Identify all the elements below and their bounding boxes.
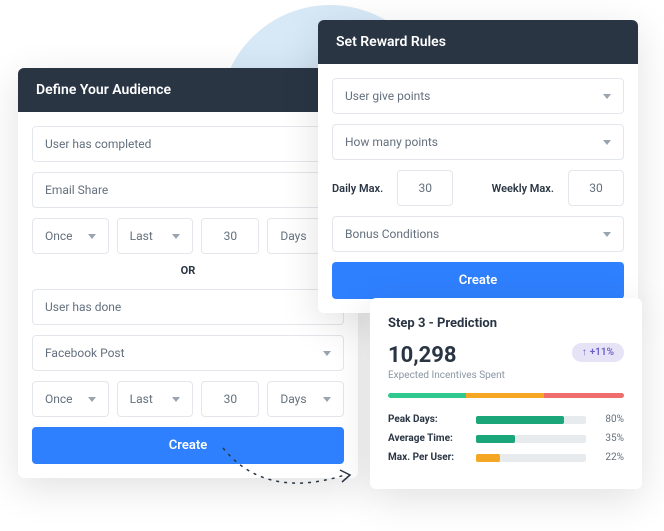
reward-card: Set Reward Rules User give points How ma… <box>318 20 638 313</box>
reward-body: User give points How many points Daily M… <box>318 64 638 313</box>
gradient-bar <box>388 393 624 398</box>
create-button[interactable]: Create <box>332 262 624 299</box>
prediction-top-row: 10,298 Expected Incentives Spent ↑+11% <box>388 343 624 381</box>
trend-badge: ↑+11% <box>572 343 624 362</box>
input-number[interactable]: 30 <box>201 381 259 417</box>
input-number[interactable]: 30 <box>201 218 259 254</box>
prediction-card: Step 3 - Prediction 10,298 Expected Ince… <box>370 298 642 489</box>
bar-fill <box>476 435 515 443</box>
chevron-down-icon <box>172 234 180 239</box>
select-once[interactable]: Once <box>32 218 109 254</box>
select-how-many[interactable]: How many points <box>332 124 624 160</box>
chevron-down-icon <box>323 351 331 356</box>
metric-value: 35% <box>594 433 624 444</box>
bar-track <box>476 435 586 443</box>
metrics-list: Peak Days: 80% Average Time: 35% Max. Per Us… <box>388 414 624 463</box>
select-user-completed[interactable]: User has completed <box>32 126 344 162</box>
select-label: Email Share <box>45 183 108 197</box>
bar-fill <box>476 416 564 424</box>
chevron-down-icon <box>603 140 611 145</box>
chevron-down-icon <box>323 397 331 402</box>
chevron-down-icon <box>88 234 96 239</box>
audience-card: Define Your Audience User has completed … <box>18 68 358 478</box>
chevron-down-icon <box>603 94 611 99</box>
select-once[interactable]: Once <box>32 381 109 417</box>
metric-row: Average Time: 35% <box>388 433 624 444</box>
select-bonus-conditions[interactable]: Bonus Conditions <box>332 216 624 252</box>
prediction-subtitle: Expected Incentives Spent <box>388 370 505 381</box>
bar-track <box>476 454 586 462</box>
arrow-up-icon: ↑ <box>582 347 587 358</box>
timeframe-row-2: Once Last 30 Days <box>32 381 344 417</box>
select-last[interactable]: Last <box>117 381 194 417</box>
select-days[interactable]: Days <box>267 381 344 417</box>
select-label: User has completed <box>45 137 151 151</box>
dotted-arrow-icon <box>215 440 365 510</box>
metric-label: Max. Per User: <box>388 452 468 463</box>
metric-label: Average Time: <box>388 433 468 444</box>
daily-max-input[interactable]: 30 <box>397 170 453 206</box>
audience-body: User has completed Email Share Once Last… <box>18 112 358 478</box>
daily-max-label: Daily Max. <box>332 182 383 195</box>
select-last[interactable]: Last <box>117 218 194 254</box>
select-user-done[interactable]: User has done <box>32 289 344 325</box>
metric-value: 22% <box>594 452 624 463</box>
timeframe-row-1: Once Last 30 Days <box>32 218 344 254</box>
chevron-down-icon <box>603 232 611 237</box>
bar-fill <box>476 454 500 462</box>
bar-track <box>476 416 586 424</box>
metric-row: Max. Per User: 22% <box>388 452 624 463</box>
chevron-down-icon <box>172 397 180 402</box>
metric-label: Peak Days: <box>388 414 468 425</box>
or-divider: OR <box>32 264 344 277</box>
select-give-points[interactable]: User give points <box>332 78 624 114</box>
weekly-max-input[interactable]: 30 <box>568 170 624 206</box>
weekly-max-label: Weekly Max. <box>492 182 554 195</box>
metric-row: Peak Days: 80% <box>388 414 624 425</box>
metric-value: 80% <box>594 414 624 425</box>
chevron-down-icon <box>88 397 96 402</box>
max-row: Daily Max. 30 Weekly Max. 30 <box>332 170 624 206</box>
prediction-value: 10,298 <box>388 343 505 368</box>
audience-header: Define Your Audience <box>18 68 358 112</box>
reward-header: Set Reward Rules <box>318 20 638 64</box>
select-facebook-post[interactable]: Facebook Post <box>32 335 344 371</box>
select-email-share[interactable]: Email Share <box>32 172 344 208</box>
prediction-title: Step 3 - Prediction <box>388 316 624 331</box>
